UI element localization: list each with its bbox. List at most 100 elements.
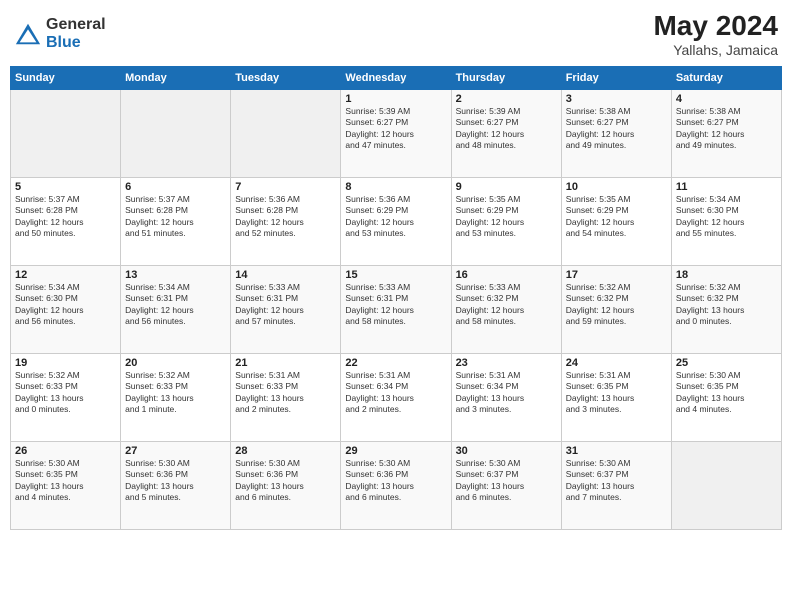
day-info: Sunrise: 5:39 AM Sunset: 6:27 PM Dayligh… <box>345 106 446 152</box>
day-number: 25 <box>676 357 777 369</box>
day-number: 2 <box>456 93 557 105</box>
day-info: Sunrise: 5:30 AM Sunset: 6:37 PM Dayligh… <box>566 458 667 504</box>
day-info: Sunrise: 5:36 AM Sunset: 6:28 PM Dayligh… <box>235 194 336 240</box>
day-info: Sunrise: 5:33 AM Sunset: 6:32 PM Dayligh… <box>456 282 557 328</box>
logo-general-label: General <box>46 16 106 34</box>
day-number: 28 <box>235 445 336 457</box>
table-row: 9Sunrise: 5:35 AM Sunset: 6:29 PM Daylig… <box>451 178 561 266</box>
day-number: 3 <box>566 93 667 105</box>
day-info: Sunrise: 5:35 AM Sunset: 6:29 PM Dayligh… <box>456 194 557 240</box>
day-info: Sunrise: 5:31 AM Sunset: 6:35 PM Dayligh… <box>566 370 667 416</box>
col-sunday: Sunday <box>11 67 121 90</box>
calendar-week-row: 19Sunrise: 5:32 AM Sunset: 6:33 PM Dayli… <box>11 354 782 442</box>
day-number: 15 <box>345 269 446 281</box>
day-number: 9 <box>456 181 557 193</box>
day-info: Sunrise: 5:32 AM Sunset: 6:33 PM Dayligh… <box>125 370 226 416</box>
table-row: 3Sunrise: 5:38 AM Sunset: 6:27 PM Daylig… <box>561 90 671 178</box>
table-row: 22Sunrise: 5:31 AM Sunset: 6:34 PM Dayli… <box>341 354 451 442</box>
day-number: 27 <box>125 445 226 457</box>
table-row <box>121 90 231 178</box>
day-info: Sunrise: 5:38 AM Sunset: 6:27 PM Dayligh… <box>676 106 777 152</box>
title-block: May 2024 Yallahs, Jamaica <box>653 10 778 58</box>
calendar-week-row: 1Sunrise: 5:39 AM Sunset: 6:27 PM Daylig… <box>11 90 782 178</box>
title-location: Yallahs, Jamaica <box>653 42 778 58</box>
table-row: 1Sunrise: 5:39 AM Sunset: 6:27 PM Daylig… <box>341 90 451 178</box>
table-row: 30Sunrise: 5:30 AM Sunset: 6:37 PM Dayli… <box>451 442 561 530</box>
day-info: Sunrise: 5:30 AM Sunset: 6:35 PM Dayligh… <box>676 370 777 416</box>
day-number: 23 <box>456 357 557 369</box>
table-row: 15Sunrise: 5:33 AM Sunset: 6:31 PM Dayli… <box>341 266 451 354</box>
day-info: Sunrise: 5:37 AM Sunset: 6:28 PM Dayligh… <box>15 194 116 240</box>
col-monday: Monday <box>121 67 231 90</box>
table-row <box>11 90 121 178</box>
day-info: Sunrise: 5:38 AM Sunset: 6:27 PM Dayligh… <box>566 106 667 152</box>
table-row: 23Sunrise: 5:31 AM Sunset: 6:34 PM Dayli… <box>451 354 561 442</box>
calendar-week-row: 26Sunrise: 5:30 AM Sunset: 6:35 PM Dayli… <box>11 442 782 530</box>
calendar-week-row: 12Sunrise: 5:34 AM Sunset: 6:30 PM Dayli… <box>11 266 782 354</box>
col-wednesday: Wednesday <box>341 67 451 90</box>
day-info: Sunrise: 5:37 AM Sunset: 6:28 PM Dayligh… <box>125 194 226 240</box>
day-number: 12 <box>15 269 116 281</box>
day-info: Sunrise: 5:30 AM Sunset: 6:35 PM Dayligh… <box>15 458 116 504</box>
day-number: 29 <box>345 445 446 457</box>
day-number: 31 <box>566 445 667 457</box>
table-row: 18Sunrise: 5:32 AM Sunset: 6:32 PM Dayli… <box>671 266 781 354</box>
day-number: 8 <box>345 181 446 193</box>
day-info: Sunrise: 5:33 AM Sunset: 6:31 PM Dayligh… <box>345 282 446 328</box>
day-info: Sunrise: 5:39 AM Sunset: 6:27 PM Dayligh… <box>456 106 557 152</box>
table-row: 5Sunrise: 5:37 AM Sunset: 6:28 PM Daylig… <box>11 178 121 266</box>
table-row: 28Sunrise: 5:30 AM Sunset: 6:36 PM Dayli… <box>231 442 341 530</box>
table-row: 7Sunrise: 5:36 AM Sunset: 6:28 PM Daylig… <box>231 178 341 266</box>
table-row: 20Sunrise: 5:32 AM Sunset: 6:33 PM Dayli… <box>121 354 231 442</box>
day-number: 19 <box>15 357 116 369</box>
header: General Blue May 2024 Yallahs, Jamaica <box>10 10 782 58</box>
col-thursday: Thursday <box>451 67 561 90</box>
day-number: 20 <box>125 357 226 369</box>
day-number: 17 <box>566 269 667 281</box>
logo-icon <box>14 20 42 48</box>
day-info: Sunrise: 5:30 AM Sunset: 6:37 PM Dayligh… <box>456 458 557 504</box>
calendar-table: Sunday Monday Tuesday Wednesday Thursday… <box>10 66 782 530</box>
day-number: 5 <box>15 181 116 193</box>
day-number: 30 <box>456 445 557 457</box>
table-row <box>231 90 341 178</box>
table-row: 29Sunrise: 5:30 AM Sunset: 6:36 PM Dayli… <box>341 442 451 530</box>
table-row: 19Sunrise: 5:32 AM Sunset: 6:33 PM Dayli… <box>11 354 121 442</box>
day-number: 7 <box>235 181 336 193</box>
table-row: 8Sunrise: 5:36 AM Sunset: 6:29 PM Daylig… <box>341 178 451 266</box>
table-row: 17Sunrise: 5:32 AM Sunset: 6:32 PM Dayli… <box>561 266 671 354</box>
day-info: Sunrise: 5:30 AM Sunset: 6:36 PM Dayligh… <box>345 458 446 504</box>
col-friday: Friday <box>561 67 671 90</box>
day-number: 10 <box>566 181 667 193</box>
table-row: 31Sunrise: 5:30 AM Sunset: 6:37 PM Dayli… <box>561 442 671 530</box>
day-number: 6 <box>125 181 226 193</box>
logo-blue-label: Blue <box>46 34 106 52</box>
title-month: May 2024 <box>653 10 778 42</box>
day-info: Sunrise: 5:34 AM Sunset: 6:30 PM Dayligh… <box>676 194 777 240</box>
day-info: Sunrise: 5:31 AM Sunset: 6:34 PM Dayligh… <box>456 370 557 416</box>
col-saturday: Saturday <box>671 67 781 90</box>
day-info: Sunrise: 5:32 AM Sunset: 6:33 PM Dayligh… <box>15 370 116 416</box>
day-info: Sunrise: 5:36 AM Sunset: 6:29 PM Dayligh… <box>345 194 446 240</box>
day-info: Sunrise: 5:34 AM Sunset: 6:30 PM Dayligh… <box>15 282 116 328</box>
logo-text: General Blue <box>46 16 106 51</box>
table-row: 14Sunrise: 5:33 AM Sunset: 6:31 PM Dayli… <box>231 266 341 354</box>
table-row: 10Sunrise: 5:35 AM Sunset: 6:29 PM Dayli… <box>561 178 671 266</box>
page: General Blue May 2024 Yallahs, Jamaica S… <box>0 0 792 612</box>
day-number: 1 <box>345 93 446 105</box>
day-number: 22 <box>345 357 446 369</box>
day-number: 4 <box>676 93 777 105</box>
day-info: Sunrise: 5:31 AM Sunset: 6:34 PM Dayligh… <box>345 370 446 416</box>
calendar-week-row: 5Sunrise: 5:37 AM Sunset: 6:28 PM Daylig… <box>11 178 782 266</box>
col-tuesday: Tuesday <box>231 67 341 90</box>
day-info: Sunrise: 5:30 AM Sunset: 6:36 PM Dayligh… <box>235 458 336 504</box>
day-number: 13 <box>125 269 226 281</box>
day-number: 21 <box>235 357 336 369</box>
day-number: 18 <box>676 269 777 281</box>
day-number: 24 <box>566 357 667 369</box>
day-info: Sunrise: 5:31 AM Sunset: 6:33 PM Dayligh… <box>235 370 336 416</box>
table-row: 13Sunrise: 5:34 AM Sunset: 6:31 PM Dayli… <box>121 266 231 354</box>
table-row: 25Sunrise: 5:30 AM Sunset: 6:35 PM Dayli… <box>671 354 781 442</box>
day-number: 14 <box>235 269 336 281</box>
table-row: 6Sunrise: 5:37 AM Sunset: 6:28 PM Daylig… <box>121 178 231 266</box>
